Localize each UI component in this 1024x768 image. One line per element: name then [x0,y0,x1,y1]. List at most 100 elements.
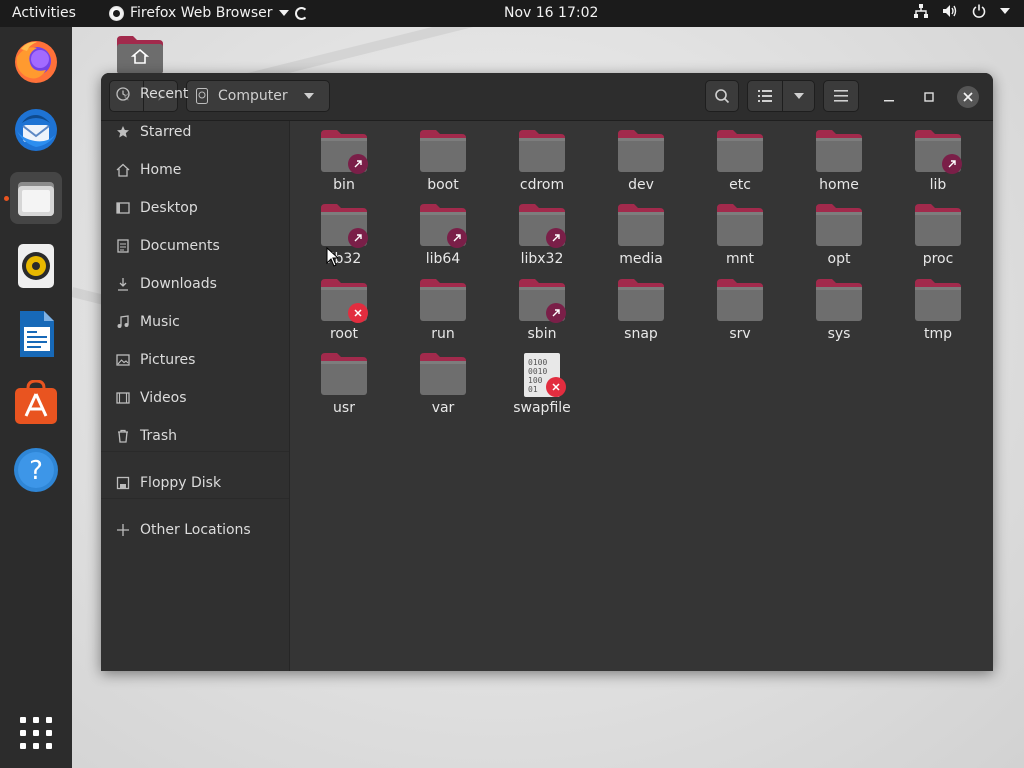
folder-icon [419,353,467,397]
file-item-mnt[interactable]: mnt [695,204,785,274]
folder-icon [419,204,467,248]
file-item-bin[interactable]: bin [299,130,389,200]
clock-icon [115,86,131,102]
sidebar-item-label: Floppy Disk [140,475,222,491]
star-icon [115,124,131,140]
main-menu-button[interactable] [823,80,859,112]
symlink-emblem-icon [348,228,368,248]
sidebar-item-downloads[interactable]: Downloads [101,268,289,300]
maximize-button[interactable] [918,86,940,108]
files-icon [18,182,54,216]
sidebar-item-home[interactable]: Home [101,154,289,186]
activities-button[interactable]: Activities [12,5,76,21]
app-menu[interactable]: Firefox Web Browser [109,5,308,21]
file-item-proc[interactable]: proc [893,204,983,274]
sidebar-item-desktop[interactable]: Desktop [101,192,289,224]
file-name-label: etc [729,177,751,193]
show-applications-button[interactable] [20,717,52,749]
sidebar-item-recent[interactable]: Recent [101,78,289,110]
file-item-var[interactable]: var [398,353,488,423]
svg-text:0010: 0010 [528,367,547,376]
file-item-root[interactable]: root [299,279,389,349]
file-item-tmp[interactable]: tmp [893,279,983,349]
clock[interactable]: Nov 16 17:02 [504,5,598,21]
file-item-lib[interactable]: lib [893,130,983,200]
file-item-media[interactable]: media [596,204,686,274]
file-name-label: sys [827,326,851,342]
file-item-home[interactable]: home [794,130,884,200]
file-item-dev[interactable]: dev [596,130,686,200]
file-item-boot[interactable]: boot [398,130,488,200]
folder-icon [320,204,368,248]
file-item-sys[interactable]: sys [794,279,884,349]
file-name-label: libx32 [520,251,564,267]
sidebar-item-pictures[interactable]: Pictures [101,344,289,376]
folder-icon [914,279,962,323]
dock-help[interactable]: ? [10,444,62,496]
no-access-emblem-icon [348,303,368,323]
picture-icon [115,352,131,368]
search-button[interactable] [705,80,739,112]
folder-icon [914,204,962,248]
file-name-label: tmp [923,326,952,342]
folder-icon [518,204,566,248]
file-name-label: snap [624,326,658,342]
file-name-label: boot [427,177,459,193]
file-item-cdrom[interactable]: cdrom [497,130,587,200]
file-name-label: srv [729,326,751,342]
view-options-button[interactable] [782,80,815,112]
download-icon [115,276,131,292]
loading-spinner-icon [294,6,308,20]
file-name-label: bin [333,177,355,193]
file-item-srv[interactable]: srv [695,279,785,349]
sidebar-item-label: Desktop [140,200,198,216]
svg-text:01: 01 [528,385,538,394]
file-item-usr[interactable]: usr [299,353,389,423]
dock-rhythmbox[interactable] [10,240,62,292]
file-manager-window: ‹ › Computer Recent Starred Home Desktop… [101,73,993,671]
folder-icon [419,130,467,174]
grid-icon [20,717,26,723]
dock-libreoffice-writer[interactable] [10,308,62,360]
svg-text:100: 100 [528,376,543,385]
sidebar-item-label: Pictures [140,352,196,368]
folder-icon [716,279,764,323]
desktop-home-folder-icon[interactable] [117,36,163,74]
file-item-swapfile[interactable]: 0100 0010 100 01 swapfile [497,353,587,423]
sidebar-item-floppy-disk[interactable]: Floppy Disk [101,467,289,499]
file-item-libx32[interactable]: libx32 [497,204,587,274]
file-item-lib64[interactable]: lib64 [398,204,488,274]
dock-thunderbird[interactable] [10,104,62,156]
file-name-label: var [431,400,455,416]
dock-firefox[interactable] [10,36,62,88]
file-item-etc[interactable]: etc [695,130,785,200]
sidebar-item-label: Music [140,314,180,330]
minimize-button[interactable] [878,86,900,108]
file-item-opt[interactable]: opt [794,204,884,274]
rhythmbox-icon [18,244,54,288]
dock-files[interactable] [10,172,62,224]
folder-icon [815,279,863,323]
file-name-label: mnt [726,251,754,267]
sidebar-item-videos[interactable]: Videos [101,382,289,414]
file-name-label: lib [929,177,947,193]
view-toggle-button[interactable] [747,80,783,112]
folder-icon [716,130,764,174]
sidebar-item-other-locations[interactable]: Other Locations [101,514,289,546]
software-icon [15,380,57,424]
file-item-lib32[interactable]: lib32 [299,204,389,274]
file-name-label: lib64 [425,251,461,267]
sidebar-item-starred[interactable]: Starred [101,116,289,148]
dock-ubuntu-software[interactable] [10,376,62,428]
sidebar-item-trash[interactable]: Trash [101,420,289,452]
file-item-sbin[interactable]: sbin [497,279,587,349]
sidebar-item-music[interactable]: Music [101,306,289,338]
file-item-snap[interactable]: snap [596,279,686,349]
folder-icon [419,279,467,323]
system-status-area[interactable] [914,4,1010,18]
sidebar-item-documents[interactable]: Documents [101,230,289,262]
file-item-run[interactable]: run [398,279,488,349]
volume-icon [943,5,957,17]
close-button[interactable] [957,86,979,108]
file-name-label: sbin [527,326,557,342]
